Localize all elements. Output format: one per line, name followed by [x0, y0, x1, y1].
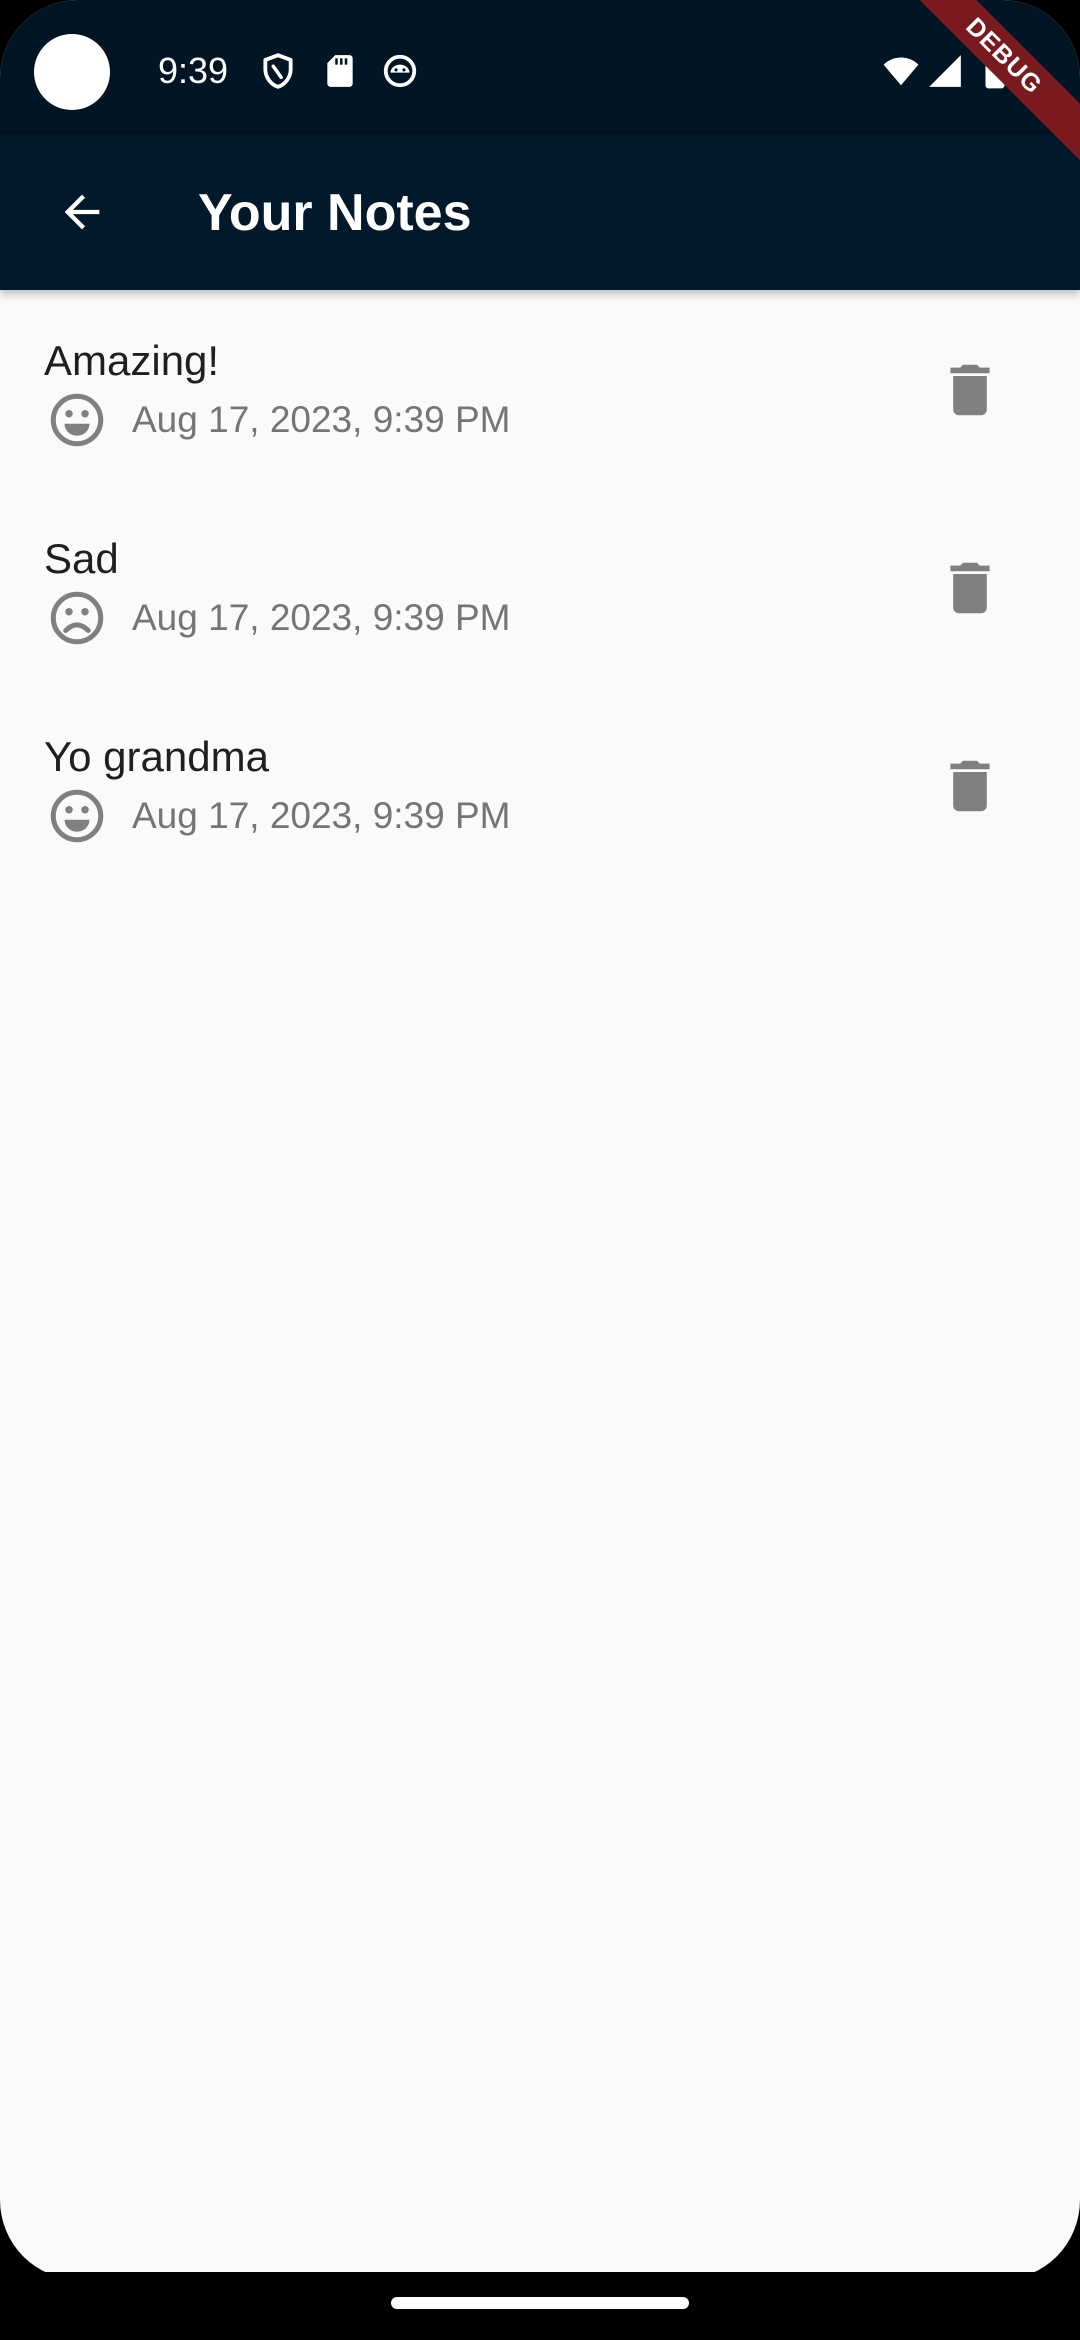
note-title: Amazing! [44, 337, 220, 384]
page-title: Your Notes [198, 184, 472, 242]
note-date: Aug 17, 2023, 9:39 PM [132, 795, 511, 836]
sd-card-icon [327, 55, 353, 87]
note-item[interactable]: Amazing! Aug 17, 2023, 9:39 PM [0, 290, 1080, 488]
note-date: Aug 17, 2023, 9:39 PM [132, 597, 511, 638]
shield-icon [263, 53, 293, 89]
delete-note-button[interactable] [930, 548, 1010, 628]
frown-icon [50, 591, 104, 645]
wifi-icon [883, 57, 919, 86]
trash-icon [950, 760, 990, 812]
cell-signal-icon [929, 55, 961, 87]
note-item[interactable]: Yo grandma Aug 17, 2023, 9:39 PM [0, 686, 1080, 884]
status-bar: 9:39 [0, 0, 1080, 135]
note-date: Aug 17, 2023, 9:39 PM [132, 399, 511, 440]
home-indicator[interactable] [391, 2297, 689, 2309]
back-button[interactable] [40, 170, 124, 254]
delete-note-button[interactable] [930, 746, 1010, 826]
trash-icon [950, 364, 990, 416]
screen-corner [0, 2200, 80, 2280]
status-time: 9:39 [158, 50, 229, 91]
note-title: Sad [44, 535, 119, 582]
note-item[interactable]: Sad Aug 17, 2023, 9:39 PM [0, 488, 1080, 686]
screen-corner [1000, 2200, 1080, 2280]
camera-cutout [34, 34, 110, 110]
arrow-back-icon [64, 194, 100, 230]
smile-icon [50, 393, 104, 447]
trash-icon [950, 562, 990, 614]
app-bar: Your Notes [0, 135, 1080, 290]
android-face-icon [383, 54, 417, 88]
notes-list: Amazing! Aug 17, 2023, 9:39 PM Sad Aug 1… [0, 290, 1080, 884]
note-title: Yo grandma [44, 733, 269, 780]
delete-note-button[interactable] [930, 350, 1010, 430]
app-screen: 9:39 DEBUG Your Notes Amazing! Aug 17, 2… [0, 0, 1080, 2340]
smile-icon [50, 789, 104, 843]
